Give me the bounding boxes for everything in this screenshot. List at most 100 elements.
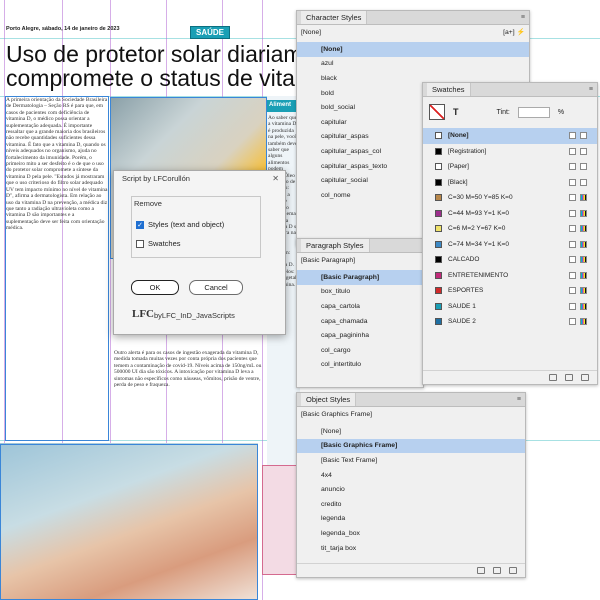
swatch-item[interactable]: C=30 M=50 Y=85 K=0 (423, 190, 597, 206)
swatch-item[interactable]: [Registration] (423, 144, 597, 160)
current-paragraph-style: [Basic Paragraph] (301, 256, 356, 264)
object-style-item[interactable]: anuncio (297, 482, 525, 497)
swatches-tab[interactable]: Swatches (427, 83, 471, 96)
process-icon (569, 147, 576, 155)
swatch-item[interactable]: [Black] (423, 175, 597, 191)
dateline: Porto Alegre, sábado, 14 de janeiro de 2… (6, 26, 120, 32)
paragraph-style-item[interactable]: capa_pagininha (297, 328, 423, 343)
paragraph-style-item[interactable]: capa_cartola (297, 299, 423, 314)
swatch-item[interactable]: ENTRETENIMENTO (423, 268, 597, 284)
formatting-text-icon[interactable]: T (453, 107, 459, 117)
swatch-name: C=6 M=2 Y=67 K=0 (448, 225, 506, 233)
new-color-group-icon[interactable] (549, 374, 557, 381)
character-styles-tab[interactable]: Character Styles (301, 11, 368, 24)
character-style-item-label: azul (321, 60, 334, 68)
object-styles-tab[interactable]: Object Styles (301, 393, 357, 406)
new-style-icon[interactable] (493, 567, 501, 574)
current-style-row: [Basic Paragraph] (297, 253, 423, 267)
current-character-style: [None] (301, 28, 322, 36)
swatch-name: SAUDE 2 (448, 318, 476, 326)
paragraph-style-item[interactable]: col_intertitulo (297, 358, 423, 373)
body-column-1: A primeira orientação da Sociedade Brasi… (6, 97, 108, 232)
swatch-chip (435, 194, 442, 202)
delete-style-icon[interactable] (509, 567, 517, 574)
swatches-checkbox[interactable]: Swatches (136, 239, 181, 248)
object-style-item[interactable]: [None] (297, 424, 525, 439)
checkbox-icon[interactable] (136, 239, 144, 248)
object-style-list[interactable]: [None] [Basic Graphics Frame] [Basic Text … (297, 424, 525, 563)
swatches-panel[interactable]: Swatches ≡ T Tint: % [None] [Registration… (422, 82, 598, 385)
swatch-type-icons (569, 178, 587, 186)
tint-field[interactable] (517, 106, 550, 118)
script-dialog[interactable]: Script by LFCorullón ✕ Remove ✓ Styles (… (113, 170, 286, 335)
checkbox-icon[interactable]: ✓ (136, 220, 144, 229)
process-icon (569, 225, 576, 233)
paragraph-style-item[interactable]: capa_chamada (297, 314, 423, 329)
styles-checkbox[interactable]: ✓ Styles (text and object) (136, 220, 224, 229)
swatch-item[interactable]: [Paper] (423, 159, 597, 175)
fill-stroke-icon[interactable] (429, 104, 445, 120)
swatch-type-icons (569, 132, 587, 140)
object-style-item[interactable]: [Basic Graphics Frame] (297, 438, 525, 454)
swatch-type-icons (569, 147, 587, 155)
object-style-item[interactable]: 4x4 (297, 468, 525, 483)
color-mode-icon (580, 147, 587, 155)
panel-menu-icon[interactable]: ≡ (589, 86, 593, 93)
object-style-item-label: anuncio (321, 486, 345, 494)
swatch-chip (435, 163, 442, 171)
panel-menu-icon[interactable]: ≡ (521, 14, 525, 21)
swatch-item[interactable]: ESPORTES (423, 283, 597, 299)
panel-tab-bar[interactable]: Swatches ≡ (423, 83, 597, 97)
paragraph-styles-panel[interactable]: Paragraph Styles [Basic Paragraph] [Basi… (296, 238, 424, 388)
character-style-item[interactable]: azul (297, 57, 529, 72)
color-mode-icon (580, 225, 587, 233)
new-swatch-icon[interactable] (565, 374, 573, 381)
new-folder-icon[interactable] (477, 567, 485, 574)
process-icon (569, 163, 576, 171)
swatch-type-icons (569, 318, 587, 326)
close-icon[interactable]: ✕ (272, 174, 279, 183)
swatch-item[interactable]: C=6 M=2 Y=67 K=0 (423, 221, 597, 237)
character-style-item-label: bold_social (321, 104, 356, 112)
character-style-item-label: col_nome (321, 191, 351, 199)
object-style-item[interactable]: [Basic Text Frame] (297, 453, 525, 468)
delete-swatch-icon[interactable] (581, 374, 589, 381)
swatch-name: [Black] (448, 178, 468, 186)
object-style-item[interactable]: tit_tarja box (297, 541, 525, 556)
new-style-icon[interactable]: [a+] ⚡ (503, 28, 525, 36)
paragraph-styles-tab[interactable]: Paragraph Styles (301, 239, 370, 252)
panel-menu-icon[interactable]: ≡ (517, 396, 521, 403)
swatch-item[interactable]: [None] (423, 128, 597, 144)
object-style-item[interactable]: credito (297, 497, 525, 512)
object-style-item[interactable]: legenda_box (297, 526, 525, 541)
image-frame[interactable] (0, 444, 258, 600)
swatch-item[interactable]: SAUDE 2 (423, 314, 597, 330)
character-style-item[interactable]: [None] (297, 42, 529, 57)
swatch-name: [Paper] (448, 163, 469, 171)
swatch-type-icons (569, 302, 587, 310)
paragraph-style-item[interactable]: box_titulo (297, 285, 423, 300)
object-styles-panel[interactable]: Object Styles ≡ [Basic Graphics Frame] [… (296, 392, 526, 578)
paragraph-style-list[interactable]: [Basic Paragraph] box_titulo capa_cartola c… (297, 270, 423, 387)
object-style-item[interactable]: legenda (297, 512, 525, 527)
swatch-item[interactable]: SAUDE 1 (423, 299, 597, 315)
panel-tab-bar[interactable]: Object Styles ≡ (297, 393, 525, 407)
swatch-type-icons (569, 287, 587, 295)
swatch-item[interactable]: C=74 M=34 Y=1 K=0 (423, 237, 597, 253)
ok-button[interactable]: OK (131, 280, 179, 295)
object-style-item-label: legenda_box (321, 529, 360, 537)
paragraph-style-item[interactable]: [Basic Paragraph] (297, 270, 423, 285)
panel-tab-bar[interactable]: Paragraph Styles (297, 239, 423, 253)
headline-line: compromete o status de vitamin (6, 65, 332, 91)
paragraph-style-item-label: col_cargo (321, 346, 351, 354)
swatch-list[interactable]: [None] [Registration] [Paper] [Black] C=30 M… (423, 128, 597, 370)
panel-tab-bar[interactable]: Character Styles ≡ (297, 11, 529, 25)
swatch-item[interactable]: CALCADO (423, 252, 597, 268)
headline[interactable]: Uso de protetor solar diariamen comprome… (6, 42, 332, 90)
swatch-item[interactable]: C=44 M=93 Y=1 K=0 (423, 206, 597, 222)
cancel-button[interactable]: Cancel (189, 280, 243, 295)
tint-unit: % (557, 108, 565, 116)
section-tag[interactable]: SAÚDE (190, 26, 231, 39)
swatches-footer (423, 370, 597, 384)
paragraph-style-item[interactable]: col_cargo (297, 343, 423, 358)
